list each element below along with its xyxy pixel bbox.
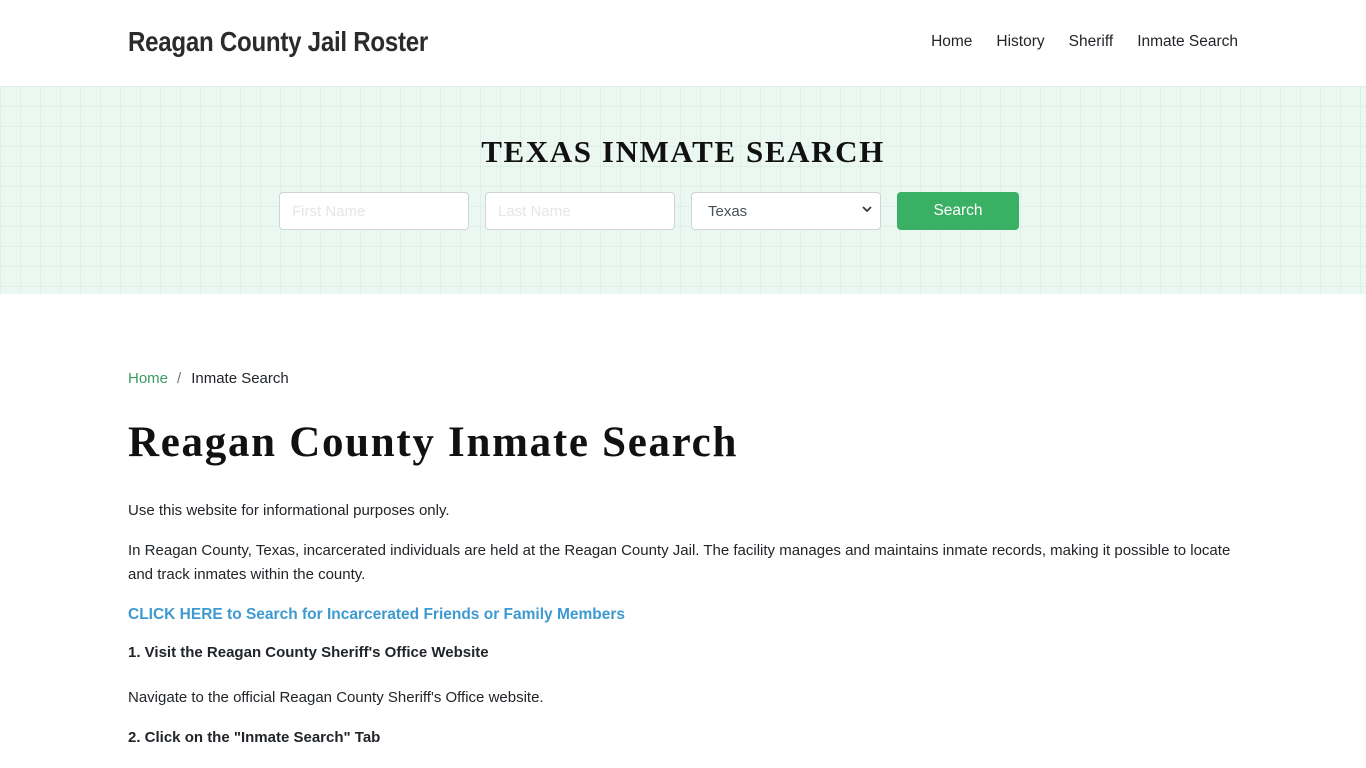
nav-history[interactable]: History <box>996 33 1044 51</box>
search-button[interactable]: Search <box>897 192 1019 230</box>
breadcrumb: Home / Inmate Search <box>128 366 1238 390</box>
page-title: Reagan County Inmate Search <box>128 419 739 466</box>
site-header: Reagan County Jail Roster Home History S… <box>0 0 1366 86</box>
state-select[interactable]: Texas <box>691 192 881 230</box>
first-name-input[interactable] <box>279 192 469 230</box>
search-friends-family-link[interactable]: CLICK HERE to Search for Incarcerated Fr… <box>128 603 1238 627</box>
chevron-down-icon <box>862 206 872 213</box>
disclaimer-text: Use this website for informational purpo… <box>128 502 450 520</box>
state-select-value: Texas <box>691 192 881 230</box>
breadcrumb-current: Inmate Search <box>191 369 289 387</box>
intro-paragraph: In Reagan County, Texas, incarcerated in… <box>128 542 1231 584</box>
main-nav: Home History Sheriff Inmate Search <box>931 33 1238 51</box>
site-brand-link[interactable]: Reagan County Jail Roster <box>128 26 428 58</box>
hero-title: TEXAS INMATE SEARCH <box>481 134 885 169</box>
step-2-heading: 2. Click on the "Inmate Search" Tab <box>128 729 381 747</box>
step-1-heading: 1. Visit the Reagan County Sheriff's Off… <box>128 644 489 662</box>
last-name-input[interactable] <box>485 192 675 230</box>
inmate-search-form: Texas Search <box>279 192 1019 230</box>
nav-sheriff[interactable]: Sheriff <box>1069 33 1114 51</box>
step-1-text: Navigate to the official Reagan County S… <box>128 689 544 707</box>
breadcrumb-home-link[interactable]: Home <box>128 370 168 387</box>
main-content: Home / Inmate Search Reagan County Inmat… <box>128 366 1238 750</box>
search-hero: TEXAS INMATE SEARCH Texas Search <box>0 86 1366 294</box>
nav-inmate-search[interactable]: Inmate Search <box>1137 33 1238 51</box>
nav-home[interactable]: Home <box>931 33 972 51</box>
breadcrumb-separator: / <box>177 369 182 387</box>
